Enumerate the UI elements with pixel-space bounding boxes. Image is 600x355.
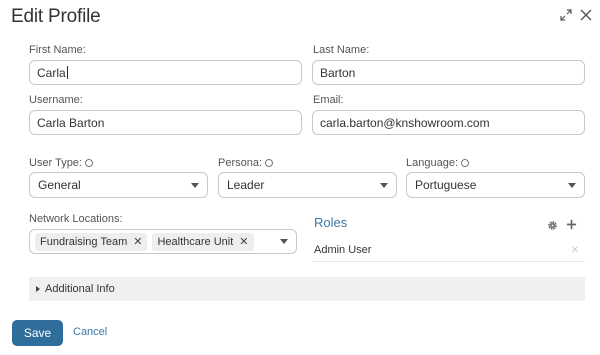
email-field[interactable]: carla.barton@knshowroom.com: [312, 110, 585, 135]
email-value: carla.barton@knshowroom.com: [320, 115, 490, 130]
last-name-label: Last Name:: [313, 44, 370, 56]
email-label: Email:: [313, 94, 344, 106]
first-name-value: Carla: [37, 65, 66, 80]
persona-value: Leader: [227, 178, 265, 192]
role-name: Admin User: [314, 244, 372, 256]
remove-role-icon[interactable]: ✕: [571, 245, 579, 256]
gear-icon[interactable]: [547, 218, 558, 236]
additional-info-label: Additional Info: [45, 283, 115, 295]
chevron-down-icon: [380, 182, 388, 188]
location-tag-label: Fundraising Team: [40, 235, 128, 248]
language-select[interactable]: Portuguese: [406, 172, 585, 198]
role-row: Admin User ✕: [312, 239, 585, 262]
header-actions: [560, 9, 592, 21]
expand-icon[interactable]: [560, 9, 572, 21]
caret-right-icon: [36, 286, 40, 292]
dialog-title: Edit Profile: [11, 6, 101, 27]
remove-tag-icon[interactable]: ✕: [133, 235, 142, 248]
additional-info-accordion[interactable]: Additional Info: [29, 277, 585, 301]
help-icon[interactable]: [85, 159, 93, 167]
add-role-icon[interactable]: [566, 217, 577, 235]
first-name-field[interactable]: Carla: [29, 60, 302, 85]
remove-tag-icon[interactable]: ✕: [239, 235, 248, 248]
user-type-label: User Type:: [29, 157, 93, 169]
cancel-button[interactable]: Cancel: [73, 326, 107, 338]
username-field[interactable]: Carla Barton: [29, 110, 302, 135]
info-icon[interactable]: [461, 159, 469, 167]
user-type-select[interactable]: General: [29, 172, 208, 198]
language-value: Portuguese: [415, 178, 477, 192]
text-cursor: [66, 66, 68, 79]
user-type-label-text: User Type:: [29, 157, 82, 169]
username-label: Username:: [29, 94, 83, 106]
location-tag-label: Healthcare Unit: [157, 235, 234, 248]
language-label-text: Language:: [406, 157, 458, 169]
network-locations-multiselect[interactable]: Fundraising Team ✕ Healthcare Unit ✕: [29, 229, 297, 254]
save-button[interactable]: Save: [12, 320, 63, 346]
persona-label: Persona:: [218, 157, 274, 169]
close-icon[interactable]: [580, 9, 592, 21]
persona-label-text: Persona:: [218, 157, 263, 169]
location-tag: Healthcare Unit ✕: [152, 232, 254, 251]
first-name-label: First Name:: [29, 44, 86, 56]
language-label: Language:: [406, 157, 469, 169]
chevron-down-icon: [191, 182, 199, 188]
last-name-value: Barton: [320, 65, 356, 80]
location-tag: Fundraising Team ✕: [35, 232, 148, 251]
username-value: Carla Barton: [37, 115, 105, 130]
network-locations-tags: Fundraising Team ✕ Healthcare Unit ✕: [35, 232, 259, 251]
chevron-down-icon: [280, 239, 288, 244]
roles-title: Roles: [314, 215, 348, 230]
info-icon[interactable]: [265, 159, 274, 167]
user-type-value: General: [38, 178, 81, 192]
last-name-field[interactable]: Barton: [312, 60, 585, 85]
persona-select[interactable]: Leader: [218, 172, 397, 198]
network-locations-label: Network Locations:: [29, 213, 123, 225]
chevron-down-icon: [568, 182, 576, 188]
